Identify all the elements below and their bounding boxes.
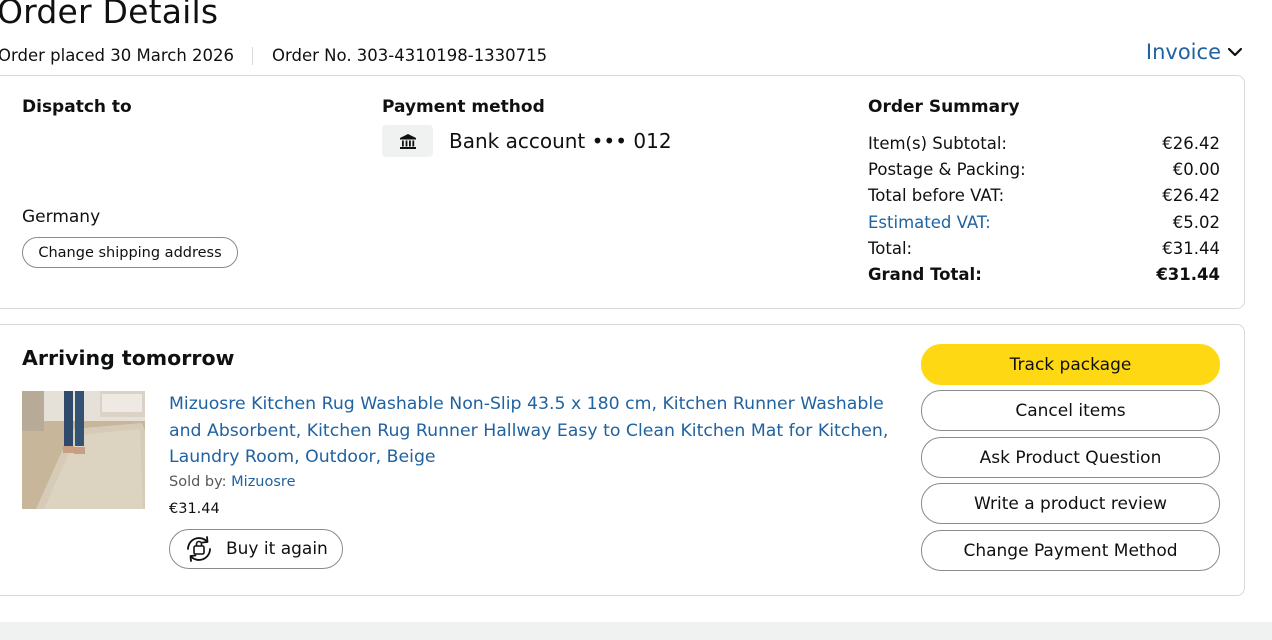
summary-value: €26.42 [1162,134,1220,153]
buy-again-icon [187,536,211,562]
footer-band [0,622,1272,640]
track-package-button[interactable]: Track package [921,344,1220,385]
summary-label: Grand Total: [868,265,982,284]
payment-account: Bank account ••• 012 [449,129,672,153]
summary-label: Item(s) Subtotal: [868,134,1007,153]
summary-label: Total: [868,239,913,258]
sold-by: Sold by: Mizuosre [169,474,296,490]
summary-label: Total before VAT: [868,186,1005,205]
delivery-status: Arriving tomorrow [22,346,235,370]
bank-icon [382,125,433,157]
summary-value: €5.02 [1172,213,1220,232]
page-title: Order Details [0,0,219,31]
buy-again-label: Buy it again [226,539,328,559]
meta-divider [252,46,254,65]
change-payment-method-button[interactable]: Change Payment Method [921,530,1220,571]
estimated-vat-link[interactable]: Estimated VAT: [868,213,991,232]
summary-row-postage: Postage & Packing: €0.00 [868,160,1220,179]
summary-label: Postage & Packing: [868,160,1026,179]
product-thumbnail[interactable] [22,391,145,509]
summary-row-total: Total: €31.44 [868,239,1220,258]
order-summary-heading: Order Summary [868,97,1020,117]
chevron-down-icon [1227,47,1243,57]
payment-heading: Payment method [382,97,545,117]
summary-value: €26.42 [1162,186,1220,205]
order-number: Order No. 303-4310198-1330715 [272,46,548,65]
buy-it-again-button[interactable]: Buy it again [169,529,343,569]
invoice-label: Invoice [1145,40,1221,64]
order-meta: Order placed 30 March 2026 Order No. 303… [0,46,547,65]
write-review-button[interactable]: Write a product review [921,483,1220,524]
summary-row-vat: Estimated VAT: €5.02 [868,213,1220,232]
dispatch-heading: Dispatch to [22,97,132,117]
summary-value: €0.00 [1172,160,1220,179]
invoice-dropdown[interactable]: Invoice [1146,40,1243,64]
shipping-country: Germany [22,207,101,227]
seller-link[interactable]: Mizuosre [231,474,295,490]
summary-row-subtotal: Item(s) Subtotal: €26.42 [868,134,1220,153]
order-placed-date: Order placed 30 March 2026 [0,46,235,65]
ask-product-question-button[interactable]: Ask Product Question [921,437,1220,478]
product-title-link[interactable]: Mizuosre Kitchen Rug Washable Non-Slip 4… [169,391,894,471]
summary-row-before-vat: Total before VAT: €26.42 [868,186,1220,205]
summary-row-grand-total: Grand Total: €31.44 [868,265,1220,284]
cancel-items-button[interactable]: Cancel items [921,390,1220,431]
item-price: €31.44 [169,501,220,517]
sold-by-label: Sold by: [169,474,227,490]
summary-value: €31.44 [1162,239,1220,258]
change-shipping-address-button[interactable]: Change shipping address [22,237,238,268]
summary-value: €31.44 [1156,265,1220,284]
